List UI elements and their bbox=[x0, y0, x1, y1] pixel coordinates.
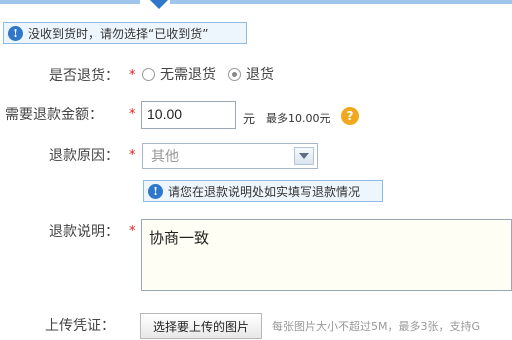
refund-note-label: 退款说明： bbox=[49, 224, 119, 240]
refund-amount-input[interactable]: 10.00 bbox=[141, 101, 236, 129]
refund-note-textarea[interactable]: 协商一致 bbox=[141, 219, 512, 291]
radio-return-label: 退货 bbox=[246, 67, 274, 83]
required-mark: * bbox=[129, 68, 136, 83]
top-border-left bbox=[0, 0, 140, 4]
info-icon: ! bbox=[8, 25, 23, 41]
refund-reason-label: 退款原因： bbox=[49, 148, 119, 164]
currency-unit: 元 bbox=[243, 112, 256, 126]
refund-reason-select[interactable]: 其他 bbox=[142, 143, 318, 169]
required-mark: * bbox=[129, 224, 136, 239]
max-amount-text: 最多10.00元 bbox=[266, 112, 331, 125]
upload-hint: 每张图片大小不超过5M，最多3张，支持G bbox=[272, 320, 481, 333]
upload-image-button[interactable]: 选择要上传的图片 bbox=[140, 313, 262, 339]
return-goods-label: 是否退货： bbox=[49, 68, 119, 84]
notice-banner: ! 没收到货时，请勿选择“已收到货” bbox=[3, 22, 247, 44]
required-mark: * bbox=[129, 148, 136, 163]
question-icon[interactable]: ? bbox=[341, 107, 359, 125]
radio-no-return[interactable]: 无需退货 bbox=[142, 64, 216, 84]
radio-no-return-circle[interactable] bbox=[142, 67, 155, 81]
refund-reason-selected: 其他 bbox=[151, 149, 179, 165]
info-icon: ! bbox=[148, 183, 163, 199]
radio-no-return-label: 无需退货 bbox=[160, 67, 216, 83]
radio-return-circle[interactable] bbox=[228, 67, 241, 81]
radio-return[interactable]: 退货 bbox=[228, 64, 274, 84]
reason-tip: ! 请您在退款说明处如实填写退款情况 bbox=[143, 180, 383, 202]
chevron-down-icon[interactable] bbox=[294, 147, 314, 165]
required-mark: * bbox=[129, 107, 136, 122]
return-goods-radio-group: 无需退货 退货 bbox=[142, 64, 286, 84]
top-border-right bbox=[170, 0, 512, 4]
notice-text: 没收到货时，请勿选择“已收到货” bbox=[28, 26, 209, 41]
top-border bbox=[0, 0, 512, 4]
pointer-arrow-icon bbox=[150, 0, 168, 9]
reason-tip-text: 请您在退款说明处如实填写退款情况 bbox=[168, 184, 361, 199]
refund-amount-label: 需要退款金额： bbox=[5, 107, 103, 123]
upload-label: 上传凭证： bbox=[45, 318, 115, 334]
